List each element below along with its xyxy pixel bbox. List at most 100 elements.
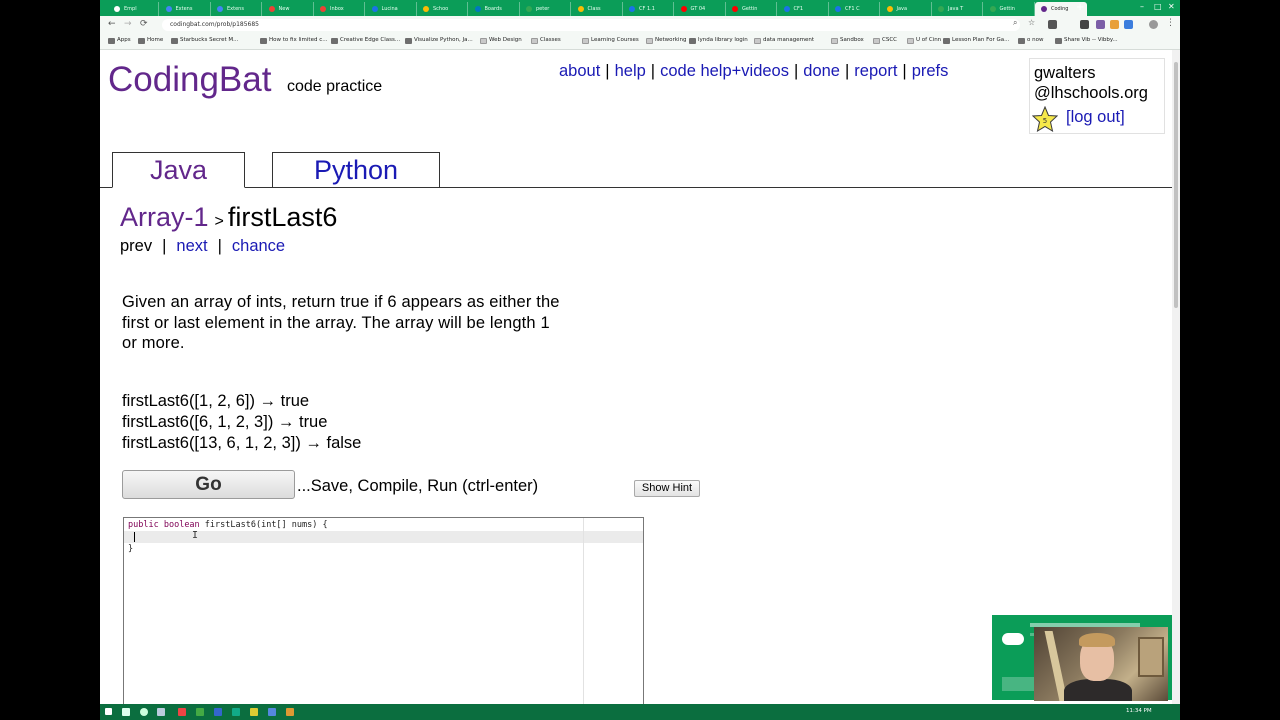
- browser-tab[interactable]: Empl: [108, 2, 159, 16]
- bookmark-item[interactable]: Creative Edge Class...: [331, 37, 400, 44]
- address-bar-area: ← → ⟳ codingbat.com/prob/p185685 ⌕ ☆ ⋮: [100, 16, 1180, 34]
- back-icon[interactable]: ←: [108, 19, 116, 29]
- breadcrumb: Array-1 > firstLast6: [120, 202, 337, 233]
- extension-icon[interactable]: [1048, 20, 1057, 29]
- logout-link[interactable]: [log out]: [1066, 108, 1125, 127]
- browser-tab[interactable]: Java T: [932, 2, 983, 16]
- code-editor[interactable]: public boolean firstLast6(int[] nums) { …: [123, 517, 644, 704]
- bookmark-icon: [138, 38, 145, 44]
- bookmark-label: Apps: [117, 37, 131, 43]
- browser-tab[interactable]: Gettin: [984, 2, 1035, 16]
- browser-tab[interactable]: Class: [572, 2, 623, 16]
- bookmark-item[interactable]: Lesson Plan For Ga...: [943, 37, 1010, 44]
- browser-tab[interactable]: CF1: [778, 2, 829, 16]
- nav-prefs[interactable]: prefs: [912, 62, 949, 80]
- extension-icon[interactable]: [1124, 20, 1133, 29]
- browser-tab[interactable]: CF 1.1: [623, 2, 674, 16]
- extension-icon[interactable]: [1096, 20, 1105, 29]
- close-icon[interactable]: ✕: [1168, 2, 1175, 11]
- new-tab-button[interactable]: +: [1076, 2, 1084, 13]
- bookmark-folder[interactable]: Learning Courses: [582, 37, 639, 44]
- nav-report[interactable]: report: [854, 62, 897, 80]
- prev-label: prev: [120, 237, 153, 255]
- description-line: first or last element in the array. The …: [122, 313, 550, 332]
- maximize-icon[interactable]: □: [1154, 2, 1162, 11]
- extension-icon[interactable]: [1110, 20, 1119, 29]
- taskbar-clock[interactable]: 11:34 PM: [1126, 708, 1152, 714]
- breadcrumb-category[interactable]: Array-1: [120, 202, 209, 232]
- tab-favicon-icon: [886, 6, 893, 12]
- codingbat-logo[interactable]: CodingBat: [108, 60, 271, 100]
- taskbar-app-icon[interactable]: [232, 708, 240, 716]
- active-line-highlight: [124, 531, 643, 543]
- bookmark-folder[interactable]: data management: [754, 37, 814, 44]
- browser-tab[interactable]: Lucina: [366, 2, 417, 16]
- notification-button[interactable]: [1002, 677, 1036, 691]
- browser-tab[interactable]: Inbox: [314, 2, 365, 16]
- nav-done[interactable]: done: [803, 62, 840, 80]
- bookmark-icon: [1055, 38, 1062, 44]
- bookmark-item[interactable]: o now: [1018, 37, 1043, 44]
- bookmark-item[interactable]: How to fix limited c...: [260, 37, 327, 44]
- browser-tab[interactable]: New: [263, 2, 314, 16]
- bookmark-folder[interactable]: CSCC: [873, 37, 897, 44]
- chance-link[interactable]: chance: [232, 237, 285, 255]
- bookmark-item[interactable]: lynda library login: [689, 37, 748, 44]
- taskbar-app-icon[interactable]: [178, 708, 186, 716]
- bookmark-item[interactable]: Starbucks Secret M...: [171, 37, 238, 44]
- cortana-icon[interactable]: [140, 708, 148, 716]
- go-caption: ...Save, Compile, Run (ctrl-enter): [297, 477, 539, 495]
- tab-favicon-icon: [989, 6, 996, 12]
- search-icon[interactable]: [122, 708, 130, 716]
- minimize-icon[interactable]: –: [1140, 2, 1144, 11]
- next-link[interactable]: next: [176, 237, 207, 255]
- zoom-icon[interactable]: ⌕: [1013, 18, 1017, 28]
- show-hint-button[interactable]: Show Hint: [634, 480, 700, 497]
- browser-tab[interactable]: Gettin: [726, 2, 777, 16]
- taskbar-app-icon[interactable]: [268, 708, 276, 716]
- profile-avatar[interactable]: [1149, 20, 1158, 29]
- bookmark-item[interactable]: Visualize Python, Ja...: [405, 37, 473, 44]
- bookmark-star-icon[interactable]: ☆: [1028, 18, 1035, 27]
- taskbar-app-icon[interactable]: [286, 708, 294, 716]
- url-field[interactable]: codingbat.com/prob/p185685: [162, 19, 1020, 31]
- nav-code-help-videos[interactable]: code help+videos: [660, 62, 789, 80]
- nav-separator: |: [605, 62, 610, 80]
- browser-tab[interactable]: GT 04: [675, 2, 726, 16]
- bookmark-folder[interactable]: Sandbox: [831, 37, 864, 44]
- windows-start-icon[interactable]: [105, 708, 112, 715]
- extension-icon[interactable]: [1080, 20, 1089, 29]
- browser-tab[interactable]: Schoo: [417, 2, 468, 16]
- browser-tab[interactable]: Java: [881, 2, 932, 16]
- bookmark-item[interactable]: Apps: [108, 37, 131, 44]
- bookmark-folder[interactable]: Classes: [531, 37, 561, 44]
- tab-favicon-icon: [577, 6, 584, 12]
- browser-tab[interactable]: CF1 C: [829, 2, 880, 16]
- menu-icon[interactable]: ⋮: [1166, 18, 1175, 28]
- scrollbar-thumb[interactable]: [1174, 62, 1178, 308]
- bookmark-item[interactable]: Home: [138, 37, 163, 44]
- bookmark-folder[interactable]: U of Cinn: [907, 37, 942, 44]
- go-button[interactable]: Go: [122, 470, 295, 499]
- browser-tab[interactable]: Boards: [469, 2, 520, 16]
- chrome-taskbar-icon[interactable]: [196, 708, 204, 716]
- bookmark-item[interactable]: Share Vib -- Vibby...: [1055, 37, 1118, 44]
- forward-icon[interactable]: →: [124, 19, 132, 29]
- bookmark-folder[interactable]: Web Design: [480, 37, 522, 44]
- bookmark-label: U of Cinn: [916, 37, 942, 43]
- bookmark-folder[interactable]: Networking: [646, 37, 686, 44]
- taskbar-app-icon[interactable]: [214, 708, 222, 716]
- reload-icon[interactable]: ⟳: [140, 19, 148, 29]
- browser-tab[interactable]: Extens: [211, 2, 262, 16]
- tab-python[interactable]: Python: [272, 152, 440, 188]
- nav-about[interactable]: about: [559, 62, 600, 80]
- tab-label: Coding: [1051, 6, 1069, 12]
- bookmark-icon: [260, 38, 267, 44]
- browser-tab[interactable]: peter: [520, 2, 571, 16]
- bookmark-label: Lesson Plan For Ga...: [952, 37, 1010, 43]
- browser-tab[interactable]: Extens: [160, 2, 211, 16]
- nav-help[interactable]: help: [615, 62, 646, 80]
- task-view-icon[interactable]: [157, 708, 165, 716]
- file-explorer-icon[interactable]: [250, 708, 258, 716]
- tab-java[interactable]: Java: [112, 152, 245, 188]
